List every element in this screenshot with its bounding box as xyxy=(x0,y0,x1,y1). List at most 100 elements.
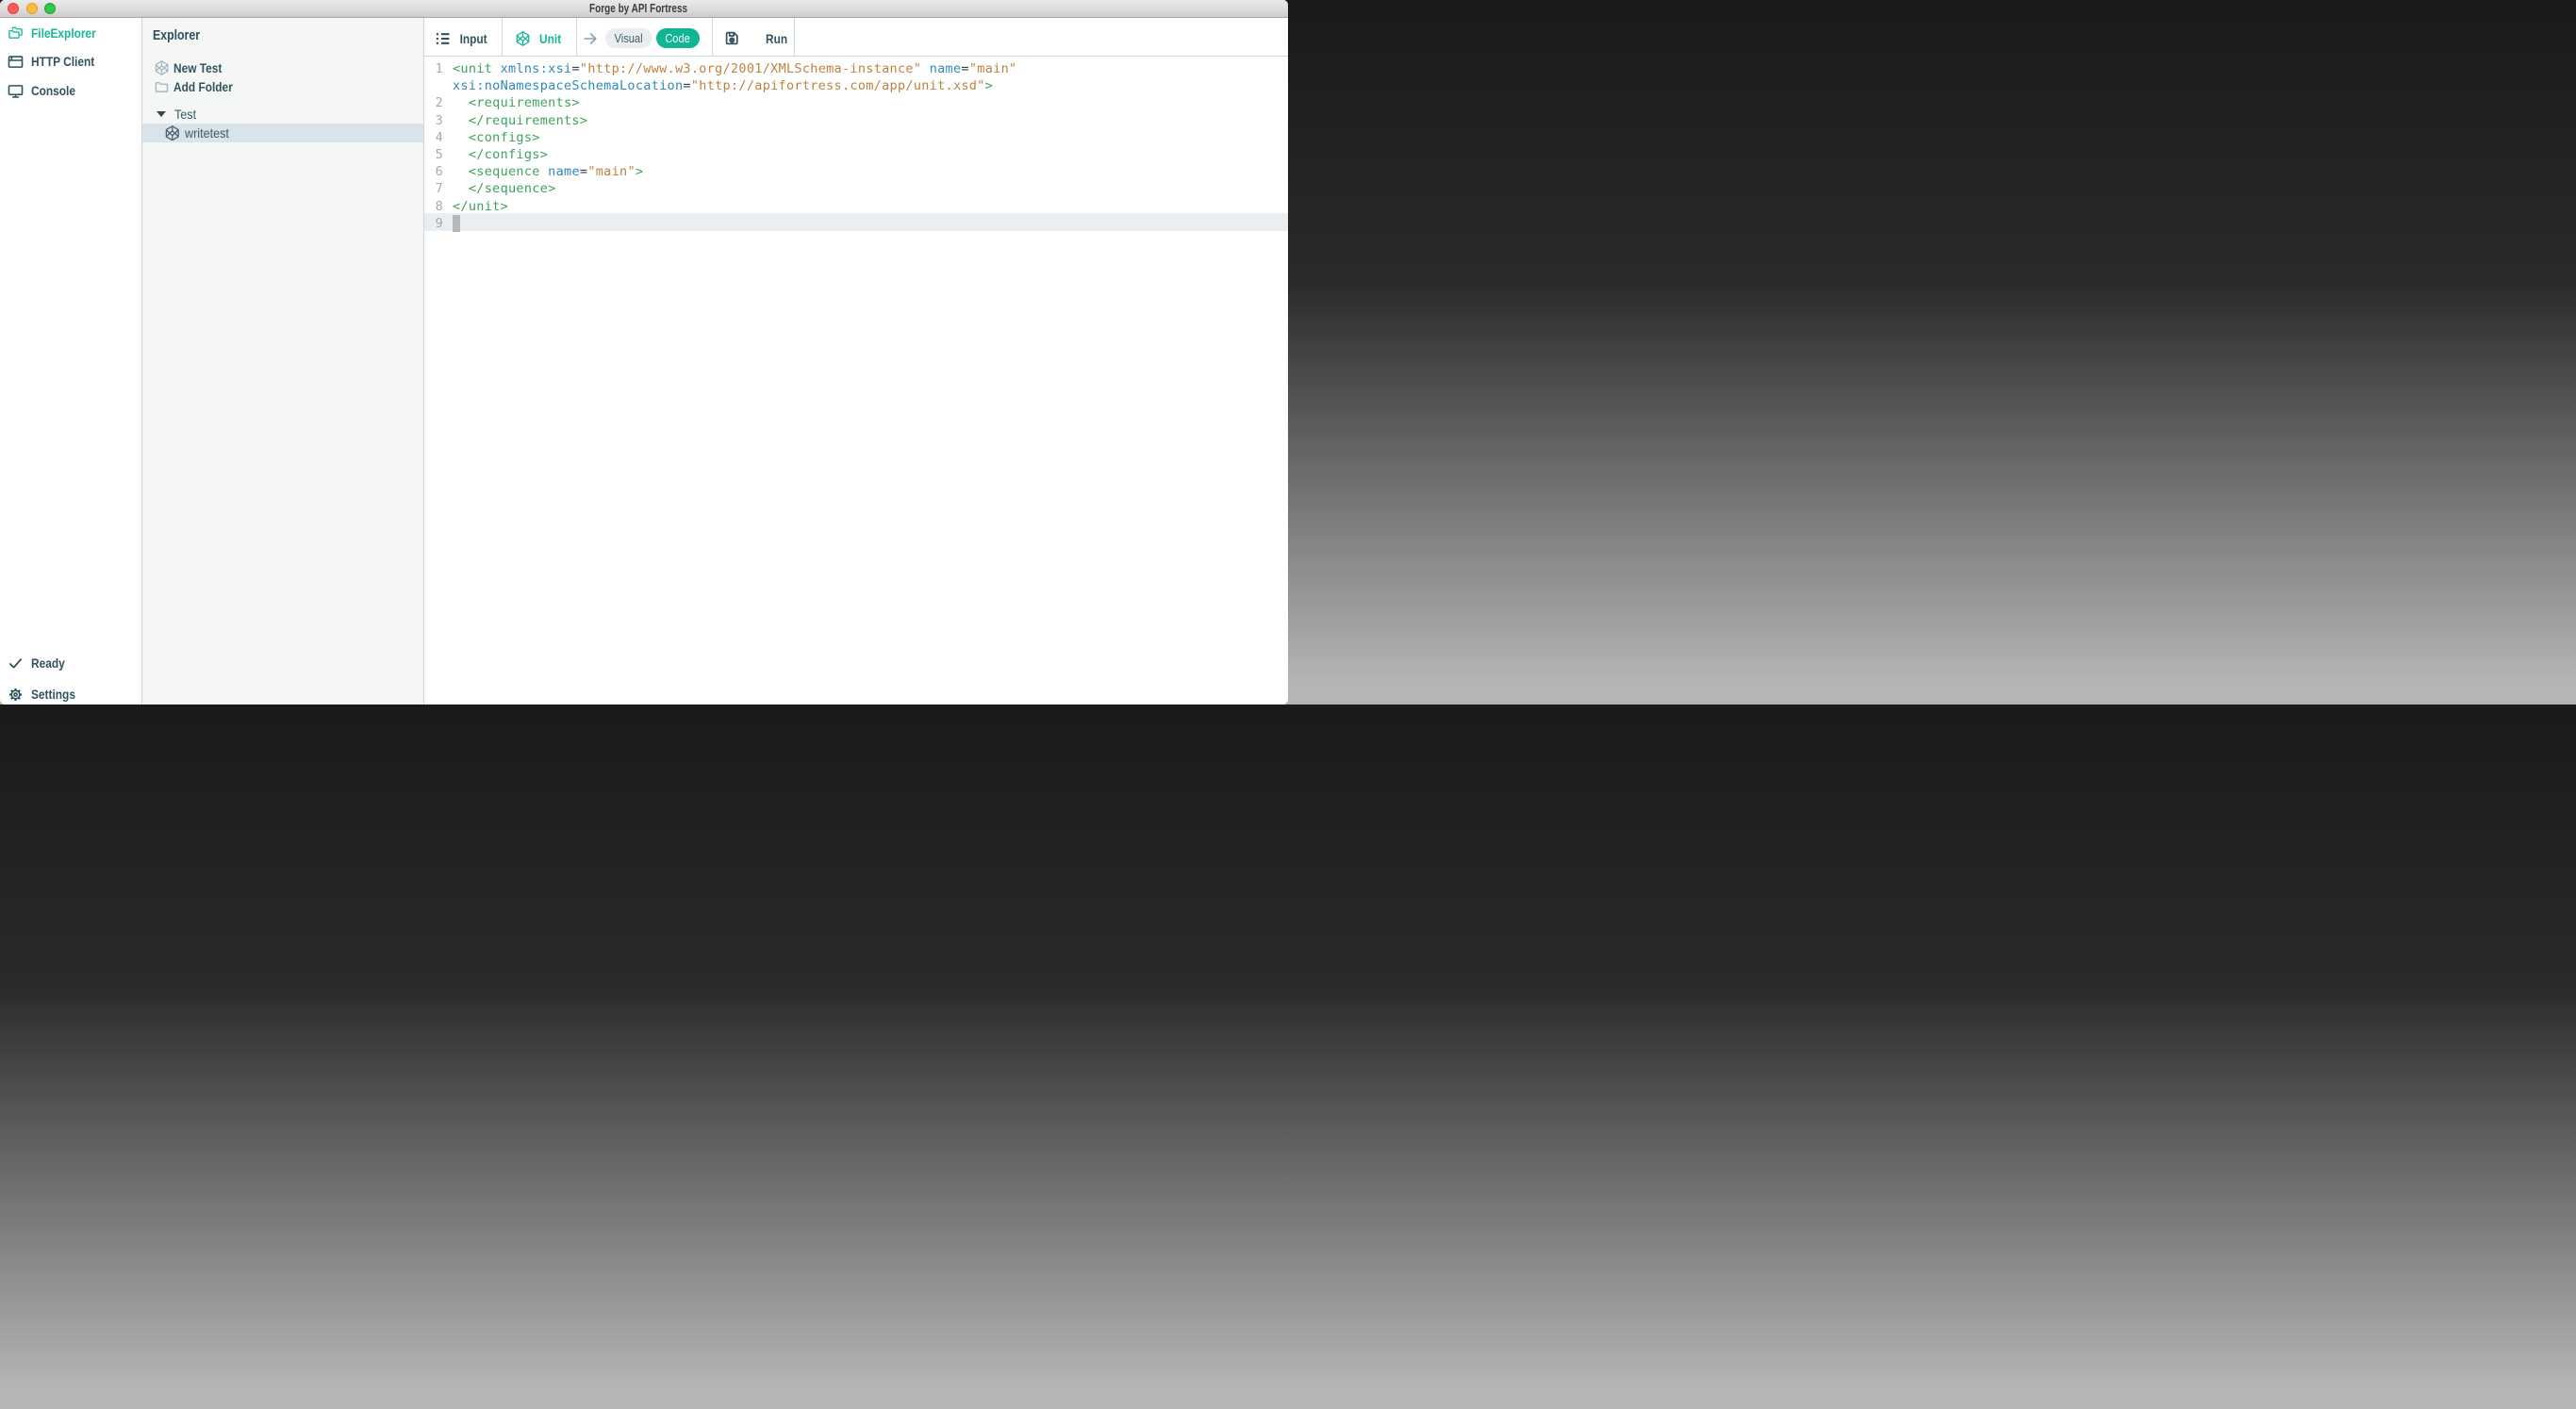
sidebar-item-settings[interactable]: Settings xyxy=(0,680,141,704)
code-line[interactable]: 3 </requirements> xyxy=(424,110,1288,127)
code-token: <requirements> xyxy=(469,95,580,110)
code-line-active[interactable]: 9 xyxy=(424,213,1288,230)
monitor-icon xyxy=(8,83,24,99)
code-line[interactable]: 2 <requirements> xyxy=(424,93,1288,110)
code-token: name xyxy=(930,61,962,76)
code-line[interactable]: 6 <sequence name="main"> xyxy=(424,162,1288,179)
status-label: Ready xyxy=(31,655,65,671)
code-token: </sequence> xyxy=(469,181,556,196)
sidebar-item-file-explorer[interactable]: FileExplorer xyxy=(0,19,141,47)
app-window: Forge by API Fortress FileExplorer HTTP … xyxy=(0,0,1288,704)
minimize-button[interactable] xyxy=(26,3,38,14)
status-ready: Ready xyxy=(0,649,141,677)
editor-panel: Input Unit Visual Code Run 1 <unit xmlns:… xyxy=(424,18,1288,704)
line-number xyxy=(424,77,443,94)
text-cursor xyxy=(453,215,460,232)
cube-icon xyxy=(516,31,530,46)
code-line-text: </unit> xyxy=(453,198,1288,215)
code-token: "http://apifortress.com/app/unit.xsd" xyxy=(691,78,985,93)
line-number: 3 xyxy=(424,112,443,129)
visual-toggle-button[interactable]: Visual xyxy=(605,28,652,48)
code-token: </configs> xyxy=(469,147,548,162)
close-button[interactable] xyxy=(8,3,19,14)
code-line[interactable]: 7 </sequence> xyxy=(424,179,1288,196)
gear-icon xyxy=(8,687,24,703)
code-token xyxy=(453,147,469,162)
code-editor[interactable]: 1 <unit xmlns:xsi="http://www.w3.org/2001… xyxy=(424,57,1288,704)
code-token: > xyxy=(985,78,993,93)
line-number: 2 xyxy=(424,94,443,111)
code-line[interactable]: 1 <unit xmlns:xsi="http://www.w3.org/2001… xyxy=(424,59,1288,76)
new-test-button[interactable]: New Test xyxy=(142,58,423,77)
cube-icon xyxy=(165,125,180,141)
code-line-text: </requirements> xyxy=(453,112,1288,129)
code-token: = xyxy=(571,61,579,76)
add-folder-button[interactable]: Add Folder xyxy=(142,77,423,96)
code-line-text: xsi:noNamespaceSchemaLocation="http://ap… xyxy=(453,77,1288,94)
line-number: 5 xyxy=(424,146,443,163)
zoom-button[interactable] xyxy=(44,3,56,14)
sidebar-item-label: Console xyxy=(31,83,75,98)
input-label: Input xyxy=(460,31,487,46)
tree-item-writetest[interactable]: writetest xyxy=(142,124,423,142)
code-line[interactable]: 4 <configs> xyxy=(424,127,1288,144)
browser-icon xyxy=(8,54,24,70)
folders-icon xyxy=(8,25,24,41)
code-line[interactable]: 5 </configs> xyxy=(424,145,1288,162)
tree-item-label: writetest xyxy=(185,125,229,141)
code-token: "main" xyxy=(587,164,636,179)
code-line[interactable]: 8</unit> xyxy=(424,196,1288,213)
caret-down-icon[interactable] xyxy=(157,111,166,117)
code-line-text: <unit xmlns:xsi="http://www.w3.org/2001/… xyxy=(453,60,1288,77)
toolbar-spacer xyxy=(795,18,1288,56)
explorer-title: Explorer xyxy=(153,28,200,43)
code-token xyxy=(540,164,548,179)
code-token xyxy=(453,95,469,110)
code-token xyxy=(453,113,469,128)
sidebar: FileExplorer HTTP Client Console Ready S… xyxy=(0,18,142,704)
sidebar-item-console[interactable]: Console xyxy=(0,76,141,105)
window-title: Forge by API Fortress xyxy=(589,2,687,15)
run-label[interactable]: Run xyxy=(766,31,787,46)
save-icon[interactable] xyxy=(725,31,739,45)
code-token: "http://www.w3.org/2001/XMLSchema-instan… xyxy=(580,61,921,76)
code-token: </requirements> xyxy=(469,113,587,128)
code-line-text: </configs> xyxy=(453,146,1288,163)
unit-button[interactable]: Unit xyxy=(503,18,577,56)
tree-folder-test[interactable]: Test xyxy=(142,105,423,124)
code-token: "main" xyxy=(969,61,1017,76)
code-token: = xyxy=(961,61,968,76)
traffic-lights xyxy=(8,3,56,14)
list-icon xyxy=(436,32,450,45)
explorer-panel: Explorer New Test Add Folder Test writet… xyxy=(142,18,424,704)
code-token: <configs> xyxy=(469,130,540,145)
sidebar-item-label: HTTP Client xyxy=(31,54,94,69)
check-icon xyxy=(8,655,24,671)
code-line[interactable]: xsi:noNamespaceSchemaLocation="http://ap… xyxy=(424,76,1288,93)
code-toggle-button[interactable]: Code xyxy=(656,28,700,48)
line-number: 4 xyxy=(424,129,443,146)
sidebar-item-label: FileExplorer xyxy=(31,25,96,41)
new-test-label: New Test xyxy=(173,60,222,75)
tree-folder-label: Test xyxy=(174,107,196,122)
cube-icon xyxy=(155,61,169,75)
add-folder-label: Add Folder xyxy=(173,79,233,94)
title-bar[interactable]: Forge by API Fortress xyxy=(0,0,1288,18)
code-line-text: </sequence> xyxy=(453,180,1288,197)
input-button[interactable]: Input xyxy=(424,18,503,56)
line-number: 1 xyxy=(424,60,443,77)
editor-toolbar: Input Unit Visual Code Run xyxy=(424,18,1288,57)
code-token xyxy=(492,61,500,76)
code-token: > xyxy=(636,164,643,179)
code-token: xsi:noNamespaceSchemaLocation xyxy=(453,78,683,93)
view-mode-switch: Visual Code xyxy=(577,18,713,56)
line-number: 7 xyxy=(424,180,443,197)
code-token: name xyxy=(548,164,580,179)
sidebar-item-http-client[interactable]: HTTP Client xyxy=(0,47,141,75)
code-token xyxy=(453,181,469,196)
code-token: xmlns:xsi xyxy=(501,61,572,76)
code-line-text: <sequence name="main"> xyxy=(453,163,1288,180)
code-label: Code xyxy=(666,31,690,45)
arrow-right-icon xyxy=(584,32,597,45)
save-run-group: Run xyxy=(713,18,795,56)
